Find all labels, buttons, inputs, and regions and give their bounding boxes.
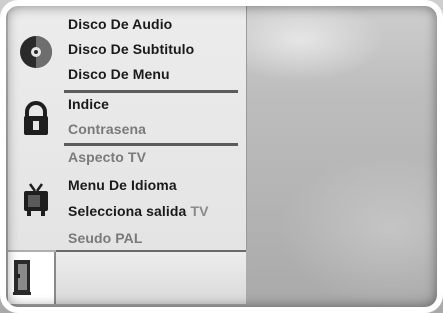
tv-icon	[18, 182, 54, 218]
menu-item-contrasena[interactable]: Contrasena	[68, 121, 146, 137]
menu-item-disco-de-audio[interactable]: Disco De Audio	[68, 16, 172, 32]
others-tab[interactable]	[8, 252, 56, 304]
disc-section: Disco De Audio Disco De Subtitulo Disco …	[8, 6, 246, 90]
tv-section: Aspecto TV Menu De Idioma Selecciona sal…	[8, 144, 246, 250]
setup-menu: Disco De Audio Disco De Subtitulo Disco …	[8, 6, 247, 250]
menu-item-aspecto-tv[interactable]: Aspecto TV	[68, 149, 146, 165]
menu-item-selecciona-salida-tv[interactable]: Selecciona salida TV	[68, 203, 209, 219]
menu-item-indice[interactable]: Indice	[68, 96, 109, 112]
disc-icon	[18, 34, 54, 70]
menu-item-menu-de-idioma[interactable]: Menu De Idioma	[68, 177, 177, 193]
menu-item-label: Selecciona salida	[68, 203, 187, 219]
menu-item-disco-de-subtitulo[interactable]: Disco De Subtitulo	[68, 41, 194, 57]
lock-section: Indice Contrasena	[8, 91, 246, 143]
padlock-icon	[18, 101, 54, 137]
tv-screen: Disco De Audio Disco De Subtitulo Disco …	[0, 0, 443, 313]
menu-item-disco-de-menu[interactable]: Disco De Menu	[68, 66, 170, 82]
menu-item-seudo-pal[interactable]: Seudo PAL	[68, 230, 143, 246]
door-exit-icon	[13, 260, 31, 295]
menu-item-label-suffix: TV	[190, 203, 209, 219]
